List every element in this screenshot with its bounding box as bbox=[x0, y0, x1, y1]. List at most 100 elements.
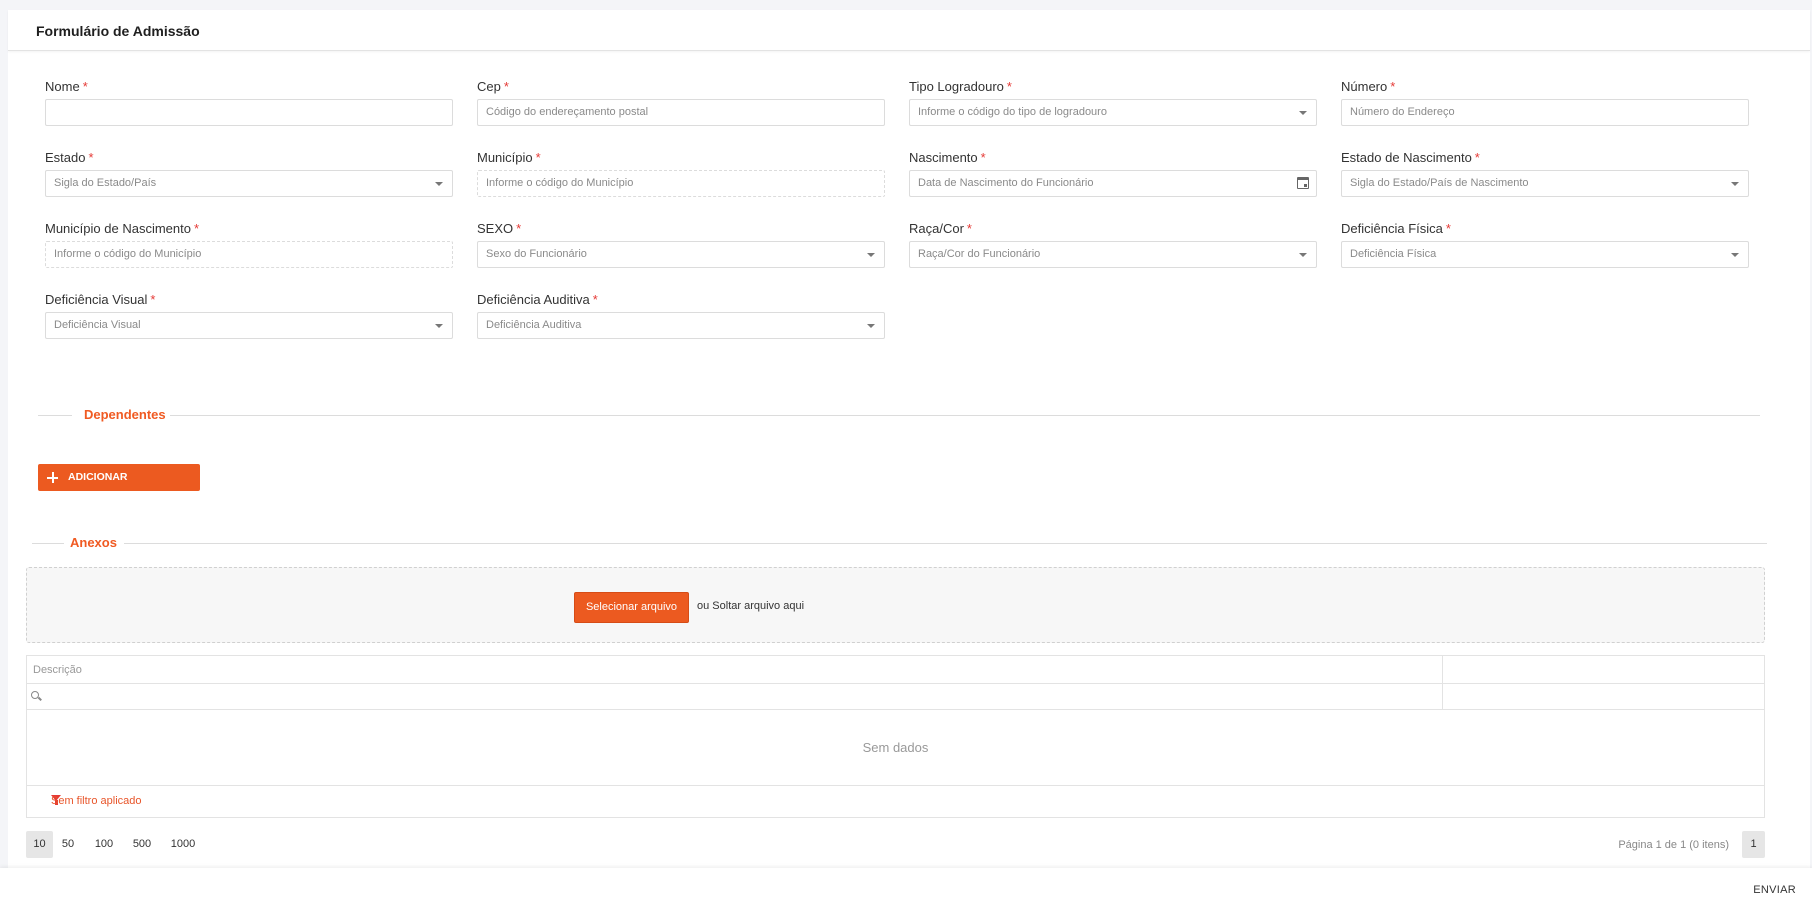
chevron-down-icon[interactable] bbox=[1299, 111, 1307, 115]
chevron-down-icon[interactable] bbox=[1731, 182, 1739, 186]
chevron-down-icon[interactable] bbox=[867, 324, 875, 328]
deficiencia-visual-select[interactable]: Deficiência Visual bbox=[45, 312, 453, 339]
required-marker: * bbox=[1390, 79, 1396, 94]
attachments-grid: Descrição Sem dados Sem filtro aplicado bbox=[26, 655, 1765, 818]
raca-cor-select[interactable]: Raça/Cor do Funcionário bbox=[909, 241, 1317, 268]
field-label: Número * bbox=[1341, 79, 1749, 95]
form-title: Formulário de Admissão bbox=[8, 10, 1810, 51]
drop-hint: ou Soltar arquivo aqui bbox=[697, 600, 805, 612]
field-label-text: Cep bbox=[477, 79, 501, 94]
municipio-input[interactable]: Informe o código do Município bbox=[477, 170, 885, 197]
field-deficiencia-auditiva: Deficiência Auditiva * Deficiência Auditiv… bbox=[477, 292, 885, 339]
deficiencia-fisica-select[interactable]: Deficiência Física bbox=[1341, 241, 1749, 268]
filter-panel[interactable]: Sem filtro aplicado bbox=[27, 786, 1764, 817]
page-size-option[interactable]: 50 bbox=[56, 831, 80, 858]
required-marker: * bbox=[82, 79, 88, 94]
placeholder-text: Código do endereçamento postal bbox=[486, 106, 649, 118]
required-marker: * bbox=[980, 150, 986, 165]
estado-de-nascimento-select[interactable]: Sigla do Estado/País de Nascimento bbox=[1341, 170, 1749, 197]
select-file-button[interactable]: Selecionar arquivo bbox=[574, 592, 689, 623]
placeholder-text: Sexo do Funcionário bbox=[486, 248, 587, 260]
anexos-section-header: Anexos bbox=[32, 536, 1767, 550]
municipio-de-nascimento-input[interactable]: Informe o código do Município bbox=[45, 241, 453, 268]
add-dependent-button[interactable]: ADICIONAR DEPENDENTE bbox=[38, 464, 200, 510]
field-label-text: Nascimento bbox=[909, 150, 978, 165]
calendar-icon[interactable] bbox=[1297, 177, 1309, 189]
divider bbox=[170, 415, 1760, 416]
field-nascimento: Nascimento * Data de Nascimento do Funcion… bbox=[909, 150, 1317, 197]
placeholder-text: Data de Nascimento do Funcionário bbox=[918, 177, 1094, 189]
chevron-down-icon[interactable] bbox=[867, 253, 875, 257]
required-marker: * bbox=[592, 292, 598, 307]
field-estado-de-nascimento: Estado de Nascimento * Sigla do Estado/Paí… bbox=[1341, 150, 1749, 197]
nome-input[interactable] bbox=[45, 99, 453, 126]
chevron-down-icon[interactable] bbox=[1731, 253, 1739, 257]
placeholder-text: Deficiência Auditiva bbox=[486, 319, 582, 331]
field-label: Deficiência Auditiva * bbox=[477, 292, 885, 308]
field-label-text: Estado bbox=[45, 150, 86, 165]
chevron-down-icon[interactable] bbox=[1299, 253, 1307, 257]
required-marker: * bbox=[966, 221, 972, 236]
column-header-description[interactable]: Descrição bbox=[33, 664, 82, 676]
field-raca-cor: Raça/Cor * Raça/Cor do Funcionário bbox=[909, 221, 1317, 268]
field-label-text: Deficiência Visual bbox=[45, 292, 148, 307]
field-tipo-logradouro: Tipo Logradouro * Informe o código do tipo… bbox=[909, 79, 1317, 126]
page-number-button[interactable]: 1 bbox=[1742, 831, 1765, 858]
required-marker: * bbox=[516, 221, 522, 236]
field-label: Deficiência Física * bbox=[1341, 221, 1749, 237]
page-size-option[interactable]: 1000 bbox=[165, 831, 201, 858]
required-marker: * bbox=[535, 150, 541, 165]
field-label: Município de Nascimento * bbox=[45, 221, 453, 237]
admission-form-card: Formulário de Admissão Nome * Cep * Código d… bbox=[8, 10, 1810, 868]
nascimento-date-input[interactable]: Data de Nascimento do Funcionário bbox=[909, 170, 1317, 197]
form-footer: ENVIAR bbox=[0, 868, 1812, 911]
field-label: Nome * bbox=[45, 79, 453, 95]
placeholder-text: Sigla do Estado/País de Nascimento bbox=[1350, 177, 1529, 189]
required-marker: * bbox=[1445, 221, 1451, 236]
required-marker: * bbox=[1006, 79, 1012, 94]
file-dropzone[interactable]: Selecionar arquivo ou Soltar arquivo aqu… bbox=[26, 567, 1765, 643]
field-deficiencia-fisica: Deficiência Física * Deficiência Física bbox=[1341, 221, 1749, 268]
numero-input[interactable]: Número do Endereço bbox=[1341, 99, 1749, 126]
placeholder-text: Sigla do Estado/País bbox=[54, 177, 157, 189]
field-label-text: Estado de Nascimento bbox=[1341, 150, 1472, 165]
field-nome: Nome * bbox=[45, 79, 453, 126]
field-label-text: SEXO bbox=[477, 221, 514, 236]
required-marker: * bbox=[193, 221, 200, 236]
dependentes-title: Dependentes bbox=[84, 407, 166, 422]
page-size-option[interactable]: 10 bbox=[26, 831, 53, 858]
page-size-option[interactable]: 500 bbox=[127, 831, 157, 858]
deficiencia-auditiva-select[interactable]: Deficiência Auditiva bbox=[477, 312, 885, 339]
field-municipio-de-nascimento: Município de Nascimento * Informe o código… bbox=[45, 221, 453, 268]
grid-pager: 10 50 100 500 1000 Página 1 de 1 (0 iten… bbox=[26, 831, 1765, 859]
field-label: Raça/Cor * bbox=[909, 221, 1317, 237]
grid-header-row: Descrição bbox=[27, 656, 1764, 684]
submit-button[interactable]: ENVIAR bbox=[1753, 884, 1796, 896]
field-label-text: Deficiência Auditiva bbox=[477, 292, 590, 307]
field-label: Estado de Nascimento * bbox=[1341, 150, 1749, 166]
filter-status-text[interactable]: Sem filtro aplicado bbox=[51, 795, 142, 807]
divider bbox=[38, 415, 72, 416]
placeholder-text: Informe o código do tipo de logradouro bbox=[918, 106, 1107, 118]
add-dependent-label: ADICIONAR DEPENDENTE bbox=[68, 471, 140, 510]
estado-select[interactable]: Sigla do Estado/País bbox=[45, 170, 453, 197]
grid-filter-row[interactable] bbox=[27, 684, 1764, 710]
chevron-down-icon[interactable] bbox=[435, 324, 443, 328]
field-label: Deficiência Visual * bbox=[45, 292, 453, 308]
grid-empty-message: Sem dados bbox=[27, 710, 1764, 786]
placeholder-text: Deficiência Física bbox=[1350, 248, 1437, 260]
field-label-text: Tipo Logradouro bbox=[909, 79, 1004, 94]
dependentes-section-header: Dependentes bbox=[38, 408, 1760, 422]
chevron-down-icon[interactable] bbox=[435, 182, 443, 186]
placeholder-text: Informe o código do Município bbox=[54, 248, 202, 260]
cep-input[interactable]: Código do endereçamento postal bbox=[477, 99, 885, 126]
sexo-select[interactable]: Sexo do Funcionário bbox=[477, 241, 885, 268]
placeholder-text: Raça/Cor do Funcionário bbox=[918, 248, 1041, 260]
field-label: Nascimento * bbox=[909, 150, 1317, 166]
tipo-logradouro-select[interactable]: Informe o código do tipo de logradouro bbox=[909, 99, 1317, 126]
placeholder-text: Número do Endereço bbox=[1350, 106, 1455, 118]
field-label: Município * bbox=[477, 150, 885, 166]
page-size-option[interactable]: 100 bbox=[89, 831, 119, 858]
anexos-title: Anexos bbox=[70, 535, 117, 550]
pager-info: Página 1 de 1 (0 itens) bbox=[1618, 839, 1729, 851]
